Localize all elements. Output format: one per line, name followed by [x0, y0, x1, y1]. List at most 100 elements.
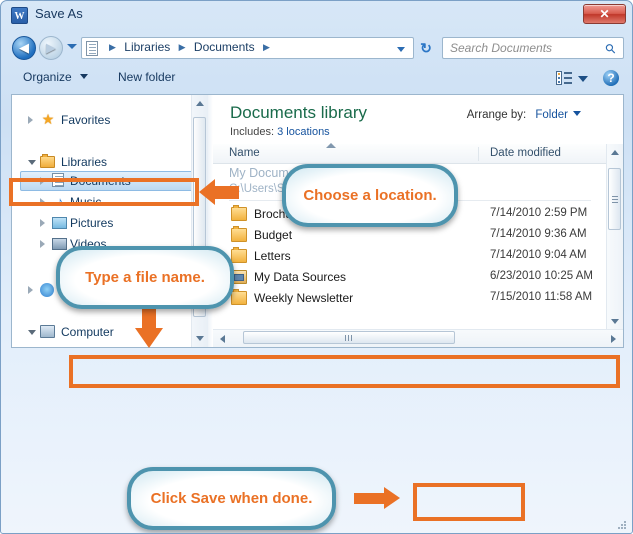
library-title: Documents library	[230, 103, 367, 123]
scrollbar-thumb[interactable]	[608, 168, 621, 230]
file-list-horizontal-scrollbar[interactable]	[213, 329, 623, 347]
scroll-up-icon[interactable]	[611, 150, 619, 155]
forward-button[interactable]: ▶	[39, 36, 63, 60]
videos-icon	[52, 238, 67, 250]
chevron-down-icon	[28, 160, 36, 165]
callout-choose-location: Choose a location.	[282, 164, 458, 227]
folder-icon	[231, 291, 247, 305]
chevron-right-icon	[28, 286, 33, 294]
table-row[interactable]: My Data Sources 6/23/2010 10:25 AM	[213, 268, 623, 287]
pictures-icon	[52, 217, 67, 229]
back-arrow-icon: ◀	[13, 37, 35, 59]
file-list-vertical-scrollbar[interactable]	[606, 144, 623, 330]
search-placeholder: Search Documents	[450, 41, 552, 55]
arrange-by-value[interactable]: Folder	[535, 109, 568, 121]
file-name: Letters	[254, 249, 291, 263]
table-row[interactable]: Budget 7/14/2010 9:36 AM	[213, 226, 623, 245]
sidebar-item-label: Computer	[61, 325, 114, 339]
folder-icon	[231, 228, 247, 242]
file-name: Budget	[254, 228, 292, 242]
chevron-down-icon	[28, 330, 36, 335]
search-input[interactable]: Search Documents ⚲	[442, 37, 624, 59]
scroll-up-icon[interactable]	[196, 101, 204, 106]
command-bar: Organize New folder ?	[1, 65, 632, 93]
word-icon: W	[11, 7, 28, 24]
breadcrumb[interactable]: ▶ Libraries ▶ Documents ▶	[81, 37, 414, 59]
file-date: 7/15/2010 11:58 AM	[490, 291, 592, 303]
chevron-right-icon	[40, 198, 45, 206]
annotation-arrow-left	[199, 179, 241, 206]
callout-type-file-name: Type a file name.	[56, 246, 234, 309]
breadcrumb-separator-1: ▶	[179, 42, 186, 52]
navigation-pane: ★ Favorites Libraries Documents ☝ ♪ Musi…	[12, 95, 208, 347]
includes-label: Includes:	[230, 126, 274, 138]
file-date: 7/14/2010 9:36 AM	[490, 228, 587, 240]
documents-icon	[52, 173, 64, 187]
annotation-arrow-down	[135, 304, 163, 350]
search-icon: ⚲	[602, 40, 620, 58]
includes-locations-link[interactable]: 3 locations	[277, 126, 330, 138]
sidebar-item-label: Pictures	[70, 216, 113, 230]
organize-button[interactable]: Organize	[23, 70, 88, 84]
view-mode-icon[interactable]	[556, 71, 572, 86]
forward-arrow-icon: ▶	[40, 37, 62, 59]
arrange-by: Arrange by: Folder	[467, 109, 581, 121]
sidebar-item-label: Music	[70, 195, 101, 209]
callout-click-save: Click Save when done.	[127, 467, 336, 530]
library-icon	[86, 41, 98, 56]
breadcrumb-separator-2: ▶	[263, 42, 270, 52]
breadcrumb-path: ▶ Libraries ▶ Documents ▶	[104, 40, 275, 54]
history-dropdown-icon[interactable]	[67, 44, 77, 49]
chevron-right-icon	[40, 177, 45, 185]
scroll-left-icon[interactable]	[220, 335, 225, 343]
chevron-down-icon[interactable]	[397, 47, 405, 52]
column-header-name[interactable]: Name	[229, 147, 260, 159]
column-header-row: Name Date modified	[213, 144, 623, 164]
file-name: Weekly Newsletter	[254, 291, 353, 305]
folder-icon	[231, 249, 247, 263]
refresh-icon[interactable]: ↻	[417, 39, 435, 57]
file-name: My Data Sources	[254, 270, 346, 284]
chevron-down-icon[interactable]	[573, 111, 581, 116]
homegroup-icon	[40, 283, 54, 297]
scroll-down-icon[interactable]	[611, 319, 619, 324]
folder-icon	[231, 207, 247, 221]
breadcrumb-item-libraries[interactable]: Libraries	[124, 40, 170, 54]
sidebar-item-label: Favorites	[61, 113, 110, 127]
chevron-down-icon	[80, 74, 88, 79]
back-button[interactable]: ◀	[12, 36, 36, 60]
view-mode-chevron-down-icon[interactable]	[578, 76, 588, 82]
music-icon: ♪	[52, 194, 68, 209]
title-bar: W Save As ✕	[1, 1, 632, 31]
annotation-arrow-right	[354, 487, 400, 510]
scrollbar-thumb[interactable]	[243, 331, 455, 344]
scroll-down-icon[interactable]	[196, 336, 204, 341]
library-includes: Includes: 3 locations	[230, 126, 330, 138]
arrange-by-label: Arrange by:	[467, 109, 526, 121]
star-icon: ★	[40, 112, 56, 127]
new-folder-button[interactable]: New folder	[118, 70, 175, 84]
address-bar: ◀ ▶ ▶ Libraries ▶ Documents ▶ ↻ Search D…	[1, 32, 632, 64]
scroll-right-icon[interactable]	[611, 335, 616, 343]
chevron-right-icon	[40, 240, 45, 248]
table-row[interactable]: Letters 7/14/2010 9:04 AM	[213, 247, 623, 266]
sidebar-item-label: Documents	[70, 174, 131, 188]
column-header-date-modified[interactable]: Date modified	[490, 147, 561, 159]
close-button[interactable]: ✕	[583, 4, 626, 24]
window-title: Save As	[35, 6, 83, 21]
table-row[interactable]: Weekly Newsletter 7/15/2010 11:58 AM	[213, 289, 623, 308]
sort-indicator-icon	[326, 143, 336, 148]
file-date: 6/23/2010 10:25 AM	[490, 270, 593, 282]
resize-grip[interactable]	[616, 519, 626, 529]
file-date: 7/14/2010 9:04 AM	[490, 249, 587, 261]
chevron-right-icon	[28, 116, 33, 124]
breadcrumb-separator-0: ▶	[109, 42, 116, 52]
save-as-dialog: W Save As ✕ ◀ ▶ ▶ Libraries ▶ Documents …	[0, 0, 633, 534]
organize-label: Organize	[23, 70, 72, 84]
computer-icon	[40, 325, 55, 338]
navigation-pane-scrollbar[interactable]	[191, 95, 208, 347]
breadcrumb-item-documents[interactable]: Documents	[194, 40, 255, 54]
help-icon[interactable]: ?	[602, 69, 620, 87]
sidebar-item-label: Libraries	[61, 155, 107, 169]
file-date: 7/14/2010 2:59 PM	[490, 207, 587, 219]
